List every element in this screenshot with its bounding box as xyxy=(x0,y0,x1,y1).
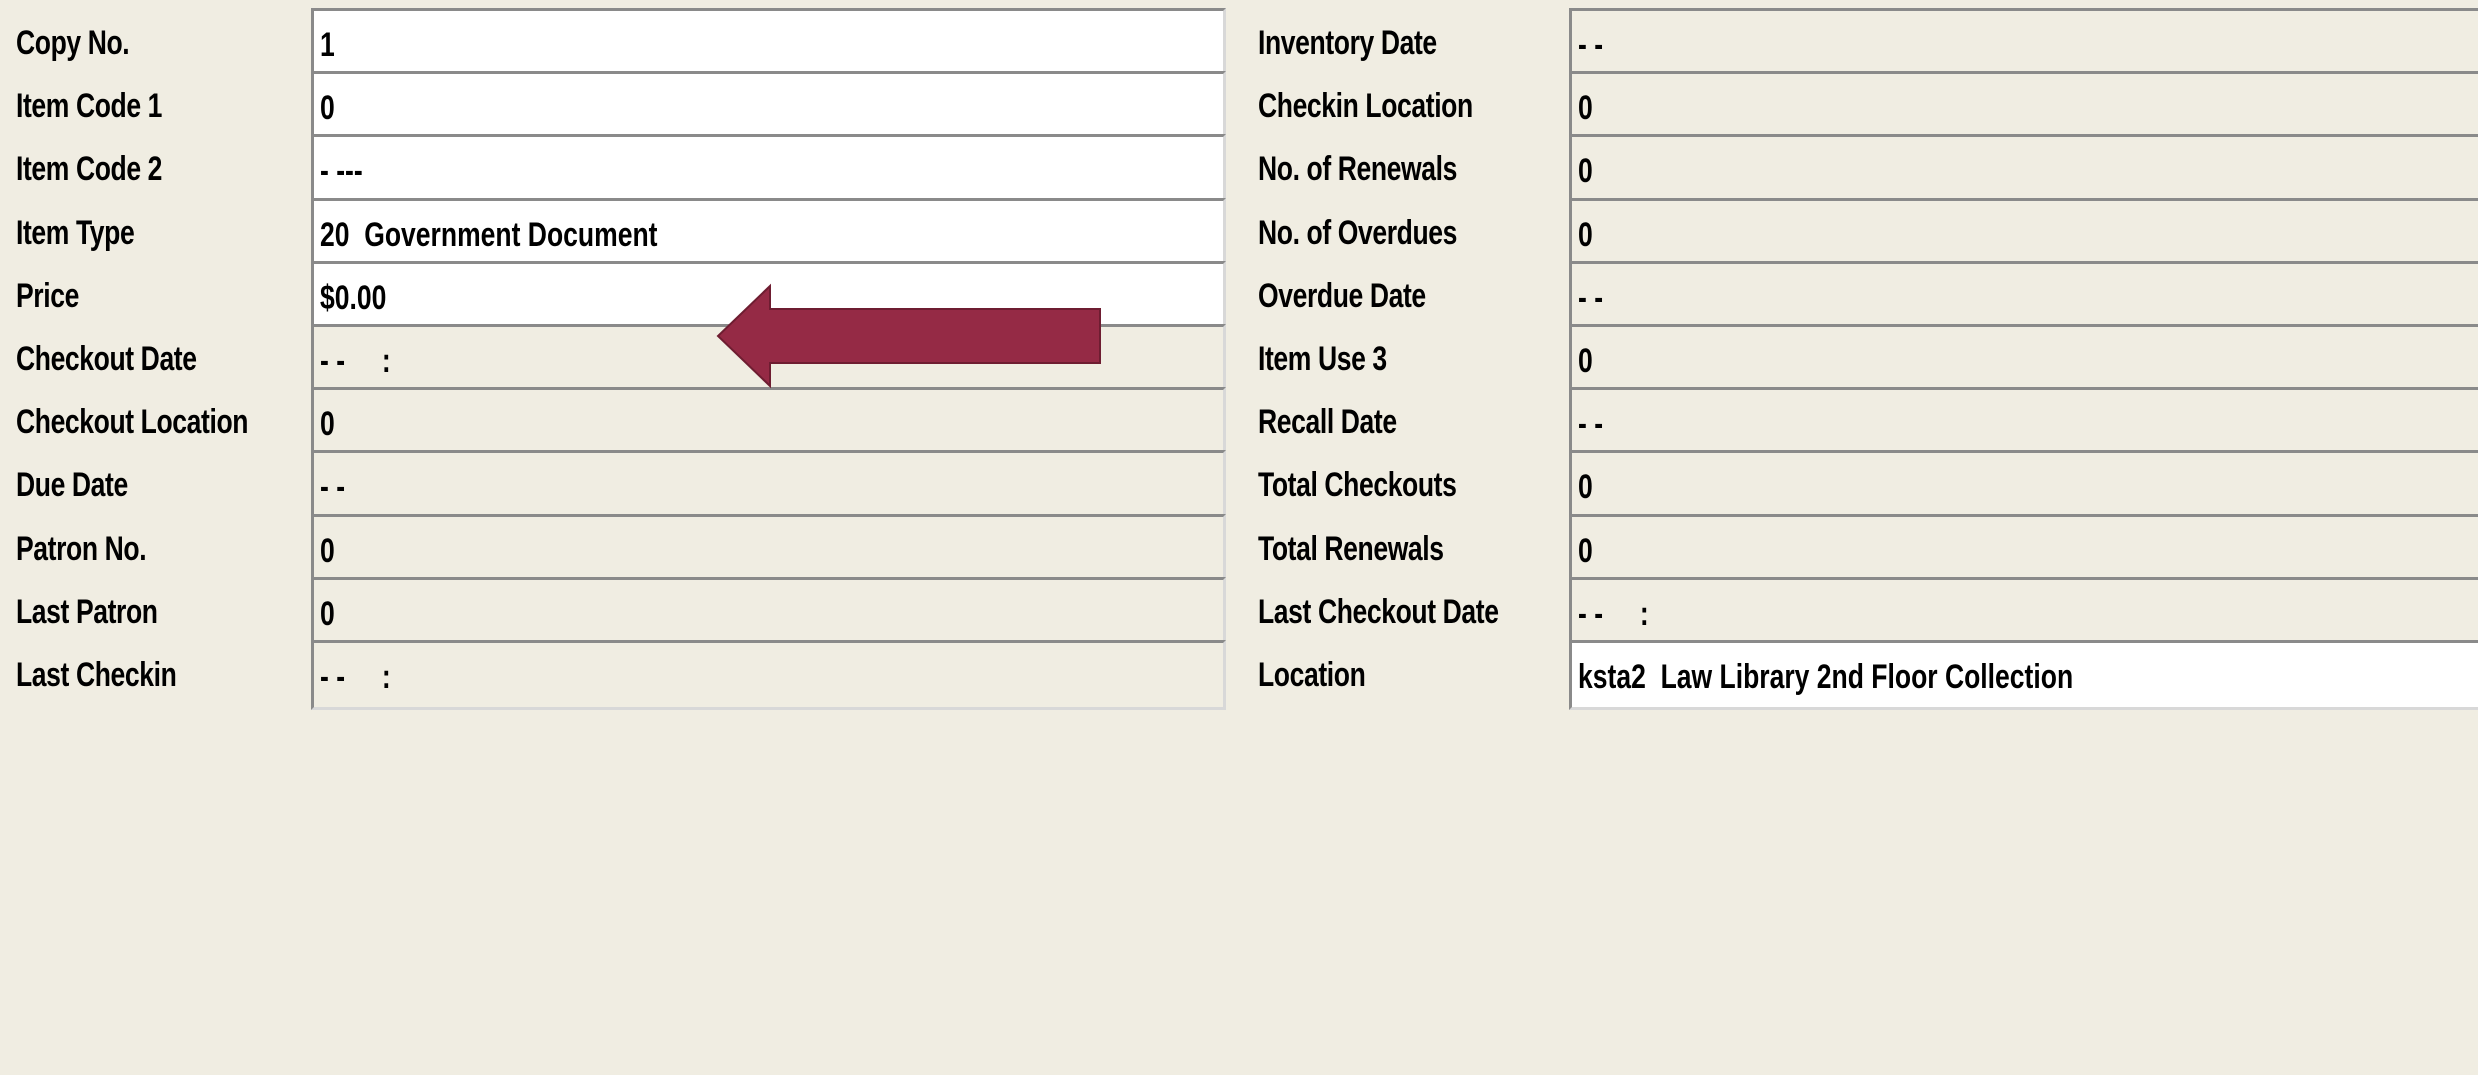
last-checkout-date-value: - - : xyxy=(1578,594,1649,633)
copy-no-value: 1 xyxy=(320,26,335,64)
price-label: Price xyxy=(16,276,79,315)
item-code-2-value: - --- xyxy=(320,152,363,191)
price-value: $0.00 xyxy=(320,278,387,317)
last-checkin-label: Last Checkin xyxy=(16,656,177,694)
total-checkouts-label: Total Checkouts xyxy=(1258,466,1457,505)
location-field[interactable]: ksta2 Law Library 2nd Floor Collection xyxy=(1569,640,2478,710)
total-renewals-value: 0 xyxy=(1578,531,1593,570)
overdue-date-value: - - xyxy=(1578,278,1604,317)
item-use-3-label: Item Use 3 xyxy=(1258,340,1387,378)
total-renewals-label: Total Renewals xyxy=(1258,529,1444,568)
copy-no-label: Copy No. xyxy=(16,24,130,62)
checkout-date-label: Checkout Date xyxy=(16,340,197,378)
item-code-1-field[interactable]: 0 xyxy=(311,71,1226,142)
no-of-overdues-label: No. of Overdues xyxy=(1258,213,1457,252)
checkin-location-value: 0 xyxy=(1578,89,1593,128)
total-checkouts-field[interactable]: 0 xyxy=(1569,450,2478,521)
item-type-field[interactable]: 20 Government Document xyxy=(311,197,1226,268)
patron-no-value: 0 xyxy=(320,531,335,570)
no-of-overdues-value: 0 xyxy=(1578,215,1593,254)
patron-no-label: Patron No. xyxy=(16,529,147,568)
no-of-renewals-field[interactable]: 0 xyxy=(1569,134,2478,205)
last-checkout-date-label: Last Checkout Date xyxy=(1258,592,1499,631)
annotation-arrow-shape xyxy=(716,283,1101,389)
checkout-location-value: 0 xyxy=(320,405,335,444)
annotation-arrow-icon xyxy=(716,283,1101,389)
item-code-1-value: 0 xyxy=(320,89,335,128)
recall-date-label: Recall Date xyxy=(1258,403,1397,442)
item-code-2-label: Item Code 2 xyxy=(16,150,163,189)
overdue-date-field[interactable]: - - xyxy=(1569,260,2478,331)
recall-date-value: - - xyxy=(1578,405,1604,444)
last-patron-field[interactable]: 0 xyxy=(311,576,1226,647)
total-checkouts-value: 0 xyxy=(1578,468,1593,507)
last-patron-value: 0 xyxy=(320,594,335,633)
overdue-date-label: Overdue Date xyxy=(1258,276,1426,315)
checkin-location-field[interactable]: 0 xyxy=(1569,71,2478,142)
item-use-3-field[interactable]: 0 xyxy=(1569,324,2478,394)
copy-no-field[interactable]: 1 xyxy=(311,8,1226,78)
checkout-date-value: - - : xyxy=(320,342,391,380)
checkout-location-label: Checkout Location xyxy=(16,403,249,442)
location-value: ksta2 Law Library 2nd Floor Collection xyxy=(1578,658,2074,696)
no-of-renewals-value: 0 xyxy=(1578,152,1593,191)
last-checkin-value: - - : xyxy=(320,658,391,696)
item-code-1-label: Item Code 1 xyxy=(16,87,163,126)
no-of-overdues-field[interactable]: 0 xyxy=(1569,197,2478,268)
inventory-date-value: - - xyxy=(1578,26,1604,64)
inventory-date-label: Inventory Date xyxy=(1258,24,1437,62)
recall-date-field[interactable]: - - xyxy=(1569,387,2478,458)
no-of-renewals-label: No. of Renewals xyxy=(1258,150,1457,189)
location-label: Location xyxy=(1258,656,1366,694)
item-use-3-value: 0 xyxy=(1578,342,1593,380)
item-code-2-field[interactable]: - --- xyxy=(311,134,1226,205)
checkout-location-field[interactable]: 0 xyxy=(311,387,1226,458)
due-date-value: - - xyxy=(320,468,346,507)
last-checkin-field[interactable]: - - : xyxy=(311,640,1226,710)
patron-no-field[interactable]: 0 xyxy=(311,513,1226,584)
last-checkout-date-field[interactable]: - - : xyxy=(1569,576,2478,647)
inventory-date-field[interactable]: - - xyxy=(1569,8,2478,78)
total-renewals-field[interactable]: 0 xyxy=(1569,513,2478,584)
due-date-label: Due Date xyxy=(16,466,128,505)
checkin-location-label: Checkin Location xyxy=(1258,87,1473,126)
item-type-value: 20 Government Document xyxy=(320,215,658,254)
last-patron-label: Last Patron xyxy=(16,592,158,631)
item-type-label: Item Type xyxy=(16,213,135,252)
due-date-field[interactable]: - - xyxy=(311,450,1226,521)
